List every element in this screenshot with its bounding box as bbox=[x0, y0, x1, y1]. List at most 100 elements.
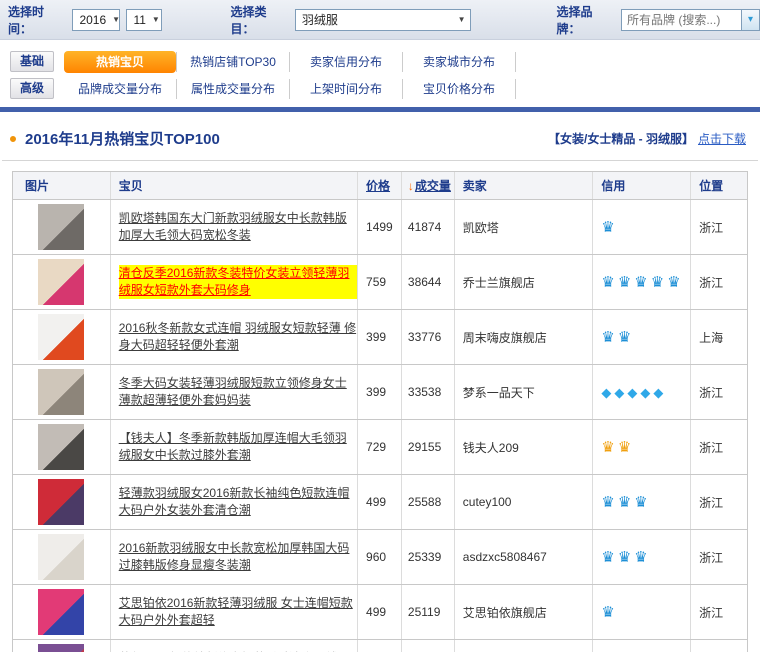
volume-cell: 41874 bbox=[402, 200, 455, 254]
product-thumbnail[interactable] bbox=[38, 534, 84, 580]
tab-navigation: 基础 热销宝贝TOP100 热销店铺TOP30 卖家信用分布 卖家城市分布 高级… bbox=[0, 48, 760, 112]
category-select-value: 羽绒服 bbox=[302, 11, 452, 28]
chevron-down-icon: ▼ bbox=[112, 15, 120, 24]
location-cell: 浙江 bbox=[691, 475, 747, 529]
table-row: 轻薄款羽绒服女2016新款长袖纯色短款连帽大码户外女装外套清仓潮49925588… bbox=[13, 475, 747, 530]
diamond-blue-icon: ◆ bbox=[614, 385, 624, 400]
crown-gold-icon: ♛ bbox=[618, 440, 631, 455]
image-cell bbox=[13, 585, 111, 639]
table-body: 凯欧塔韩国东大门新款羽绒服女中长款韩版加厚大毛领大码宽松冬装149941874凯… bbox=[13, 200, 747, 652]
month-select[interactable]: 11 ▼ bbox=[126, 9, 162, 31]
location-cell: 上海 bbox=[691, 310, 747, 364]
price-cell: 399 bbox=[358, 310, 402, 364]
product-title-link[interactable]: 清仓反季2016新款冬装特价女装立领轻薄羽绒服女短款外套大码修身 bbox=[119, 265, 357, 299]
seller-cell: 艾思铂依旗舰店 bbox=[455, 585, 594, 639]
tab-hot-items-top100[interactable]: 热销宝贝TOP100 bbox=[64, 51, 176, 73]
price-cell: 499 bbox=[358, 585, 402, 639]
product-thumbnail[interactable] bbox=[38, 479, 84, 525]
product-thumbnail[interactable] bbox=[38, 644, 84, 652]
table-row: 茄甸2016新款韩版修身轻薄反季清仓羽绒服女短款连♛♛ bbox=[13, 640, 747, 652]
table-row: 2016新款羽绒服女中长款宽松加厚韩国大码过膝韩版修身显瘦冬装潮96025339… bbox=[13, 530, 747, 585]
price-cell: 399 bbox=[358, 365, 402, 419]
crown-blue-icon: ♛ bbox=[618, 550, 631, 565]
item-cell: 【钱夫人】冬季新款韩版加厚连帽大毛领羽绒服女中长款过膝外套潮 bbox=[111, 420, 358, 474]
location-cell: 浙江 bbox=[691, 365, 747, 419]
crown-blue-icon: ♛ bbox=[601, 495, 614, 510]
product-thumbnail[interactable] bbox=[38, 589, 84, 635]
header-image: 图片 bbox=[13, 172, 111, 199]
header-price-sort[interactable]: 价格 bbox=[358, 172, 402, 199]
crown-blue-icon: ♛ bbox=[634, 550, 647, 565]
location-cell: 浙江 bbox=[691, 585, 747, 639]
brand-search-input[interactable] bbox=[621, 9, 741, 31]
volume-cell: 25339 bbox=[402, 530, 455, 584]
month-select-value: 11 bbox=[133, 13, 145, 27]
credit-cell: ♛ bbox=[593, 585, 691, 639]
crown-gold-icon: ♛ bbox=[601, 440, 614, 455]
category-breadcrumb: 【女装/女士精品 - 羽绒服】 bbox=[548, 130, 694, 147]
crown-blue-icon: ♛ bbox=[618, 495, 631, 510]
category-filter-label: 选择类目： bbox=[230, 3, 288, 37]
diamond-blue-icon: ◆ bbox=[653, 385, 663, 400]
category-select[interactable]: 羽绒服 ▼ bbox=[295, 9, 471, 31]
product-thumbnail[interactable] bbox=[38, 369, 84, 415]
volume-cell: 25588 bbox=[402, 475, 455, 529]
volume-cell: 33538 bbox=[402, 365, 455, 419]
product-title-link[interactable]: 轻薄款羽绒服女2016新款长袖纯色短款连帽大码户外女装外套清仓潮 bbox=[119, 485, 357, 519]
seller-cell: 凯欧塔 bbox=[455, 200, 594, 254]
credit-cell: ♛♛ bbox=[593, 640, 691, 652]
product-thumbnail[interactable] bbox=[38, 424, 84, 470]
location-cell bbox=[691, 640, 747, 652]
product-title-link[interactable]: 2016新款羽绒服女中长款宽松加厚韩国大码过膝韩版修身显瘦冬装潮 bbox=[119, 540, 357, 574]
product-thumbnail[interactable] bbox=[38, 204, 84, 250]
product-title-link[interactable]: 【钱夫人】冬季新款韩版加厚连帽大毛领羽绒服女中长款过膝外套潮 bbox=[119, 430, 357, 464]
diamond-blue-icon: ◆ bbox=[640, 385, 650, 400]
item-cell: 艾思铂依2016新款轻薄羽绒服 女士连帽短款大码户外外套超轻 bbox=[111, 585, 358, 639]
item-cell: 2016新款羽绒服女中长款宽松加厚韩国大码过膝韩版修身显瘦冬装潮 bbox=[111, 530, 358, 584]
credit-cell: ◆◆◆◆◆ bbox=[593, 365, 691, 419]
product-title-link[interactable]: 艾思铂依2016新款轻薄羽绒服 女士连帽短款大码户外外套超轻 bbox=[119, 595, 357, 629]
diamond-blue-icon: ◆ bbox=[601, 385, 611, 400]
seller-cell: 周末嗨皮旗舰店 bbox=[455, 310, 594, 364]
item-cell: 轻薄款羽绒服女2016新款长袖纯色短款连帽大码户外女装外套清仓潮 bbox=[111, 475, 358, 529]
seller-cell bbox=[455, 640, 594, 652]
brand-dropdown-button[interactable]: ▾ bbox=[741, 9, 760, 31]
chevron-down-icon: ▼ bbox=[458, 15, 466, 24]
header-credit: 信用 bbox=[593, 172, 691, 199]
image-cell bbox=[13, 255, 111, 309]
download-link[interactable]: 点击下载 bbox=[698, 130, 746, 147]
product-thumbnail[interactable] bbox=[38, 314, 84, 360]
volume-cell: 29155 bbox=[402, 420, 455, 474]
item-cell: 清仓反季2016新款冬装特价女装立领轻薄羽绒服女短款外套大码修身 bbox=[111, 255, 358, 309]
basic-tabs-label: 基础 bbox=[10, 51, 54, 72]
product-title-link[interactable]: 冬季大码女装轻薄羽绒服短款立领修身女士薄款超薄轻便外套妈妈装 bbox=[119, 375, 357, 409]
header-volume-label[interactable]: 成交量 bbox=[415, 177, 451, 194]
volume-cell: 25119 bbox=[402, 585, 455, 639]
image-cell bbox=[13, 200, 111, 254]
tab-listing-time-distribution[interactable]: 上架时间分布 bbox=[290, 79, 403, 99]
top100-table: 图片 宝贝 价格 ↓ 成交量 卖家 信用 位置 凯欧塔韩国东大门新款羽绒服女中长… bbox=[12, 171, 748, 652]
image-cell bbox=[13, 310, 111, 364]
product-thumbnail[interactable] bbox=[38, 259, 84, 305]
tab-seller-credit-distribution[interactable]: 卖家信用分布 bbox=[290, 52, 403, 72]
tab-brand-volume-distribution[interactable]: 品牌成交量分布 bbox=[64, 79, 177, 99]
product-title-link[interactable]: 2016秋冬新款女式连帽 羽绒服女短款轻薄 修身大码超轻轻便外套潮 bbox=[119, 320, 357, 354]
tab-hot-shops-top30[interactable]: 热销店铺TOP30 bbox=[177, 52, 290, 72]
location-cell: 浙江 bbox=[691, 420, 747, 474]
price-cell: 729 bbox=[358, 420, 402, 474]
tab-attribute-volume-distribution[interactable]: 属性成交量分布 bbox=[177, 79, 290, 99]
crown-blue-icon: ♛ bbox=[651, 275, 664, 290]
page-title: 2016年11月热销宝贝TOP100 bbox=[25, 128, 220, 149]
year-select[interactable]: 2016 ▼ bbox=[72, 9, 120, 31]
header-seller: 卖家 bbox=[455, 172, 594, 199]
sort-desc-arrow-icon: ↓ bbox=[408, 179, 414, 193]
table-row: 凯欧塔韩国东大门新款羽绒服女中长款韩版加厚大毛领大码宽松冬装149941874凯… bbox=[13, 200, 747, 255]
product-title-link[interactable]: 凯欧塔韩国东大门新款羽绒服女中长款韩版加厚大毛领大码宽松冬装 bbox=[119, 210, 357, 244]
item-cell: 凯欧塔韩国东大门新款羽绒服女中长款韩版加厚大毛领大码宽松冬装 bbox=[111, 200, 358, 254]
header-price-label[interactable]: 价格 bbox=[366, 177, 390, 194]
tab-seller-city-distribution[interactable]: 卖家城市分布 bbox=[403, 52, 516, 72]
brand-filter-label: 选择品牌： bbox=[557, 3, 615, 37]
tab-item-price-distribution[interactable]: 宝贝价格分布 bbox=[403, 79, 516, 99]
header-volume-sort[interactable]: ↓ 成交量 bbox=[402, 172, 455, 199]
crown-blue-icon: ♛ bbox=[634, 495, 647, 510]
